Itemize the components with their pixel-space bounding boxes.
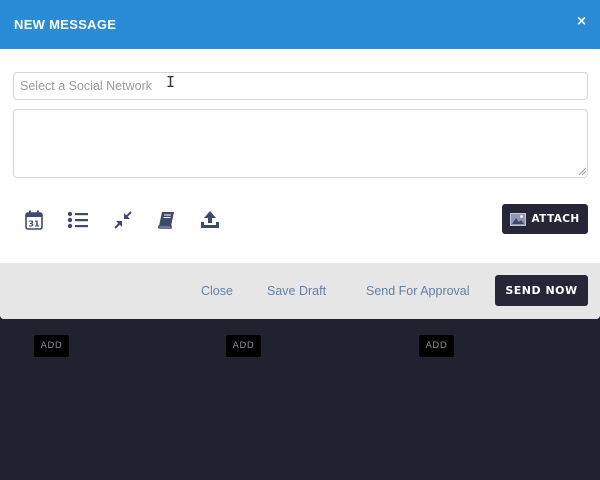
send-for-approval-button[interactable]: Send For Approval [366,284,470,298]
social-network-select[interactable] [13,72,588,100]
attach-label: ATTACH [531,213,580,225]
close-button[interactable]: Close [201,284,233,298]
book-icon[interactable] [156,209,178,231]
modal-title: NEW MESSAGE [14,17,117,32]
upload-icon[interactable] [199,209,221,231]
add-button-2[interactable]: ADD [226,335,261,357]
close-icon[interactable]: × [576,14,587,29]
collapse-arrows-icon[interactable] [112,209,134,231]
send-now-button[interactable]: SEND NOW [495,275,588,306]
message-textarea[interactable] [13,109,588,178]
modal-header: NEW MESSAGE × [0,0,600,49]
calendar-icon[interactable]: 31 [23,209,45,231]
attach-button[interactable]: ATTACH [502,204,588,234]
modal-footer: Close Save Draft Send For Approval SEND … [0,263,600,319]
add-button-3[interactable]: ADD [419,335,454,357]
add-button-1[interactable]: ADD [34,335,69,357]
image-icon [510,212,527,226]
list-icon[interactable] [67,209,89,231]
calendar-day-label: 31 [28,220,40,229]
save-draft-button[interactable]: Save Draft [267,284,326,298]
new-message-modal: NEW MESSAGE × I 31 [0,0,600,319]
